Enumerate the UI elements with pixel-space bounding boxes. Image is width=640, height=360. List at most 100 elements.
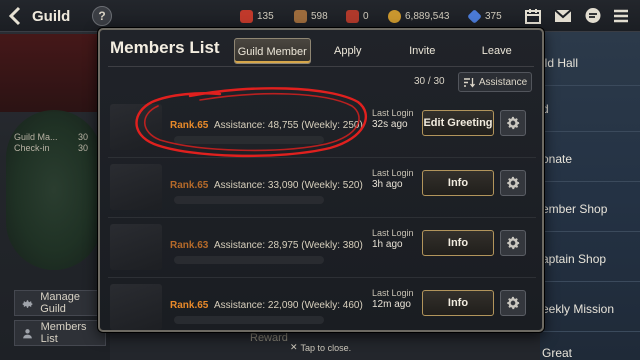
dialog-title: Members List	[110, 38, 220, 57]
member-assistance: Assistance: 22,090 (Weekly: 460)	[214, 300, 363, 311]
guild-stat-row: Check-in 30	[14, 143, 88, 153]
gear-icon	[507, 296, 520, 310]
chevron-left-icon	[8, 6, 21, 26]
calendar-icon[interactable]	[524, 7, 542, 25]
resource-stamina: 135	[240, 9, 274, 23]
member-settings-button[interactable]	[500, 290, 526, 316]
members-tabs: Guild Member Apply Invite Leave	[234, 38, 534, 64]
member-avatar[interactable]	[110, 164, 162, 210]
sort-icon	[463, 77, 475, 88]
guild-stat-label: Guild Ma...	[14, 132, 58, 142]
side-menu-item-captain-shop[interactable]: aptain Shop	[540, 236, 640, 282]
tap-to-close-hint[interactable]: ✕ Tap to close.	[290, 342, 351, 353]
last-login-time: 3h ago	[372, 179, 403, 190]
resource-value: 0	[363, 10, 369, 22]
guild-stat-row: Guild Ma... 30	[14, 132, 88, 142]
member-row: Rank.65 Assistance: 33,090 (Weekly: 520)…	[108, 158, 536, 218]
resource-value: 135	[257, 10, 274, 22]
last-login-time: 1h ago	[372, 239, 403, 250]
last-login-time: 12m ago	[372, 299, 411, 310]
members-list-dialog: Members List Guild Member Apply Invite L…	[98, 28, 544, 332]
member-avatar[interactable]	[110, 284, 162, 330]
member-avatar[interactable]	[110, 224, 162, 270]
resource-value: 6,889,543	[405, 10, 450, 22]
gear-icon	[21, 296, 34, 310]
last-login-label: Last Login	[372, 108, 414, 118]
info-button[interactable]: Info	[422, 290, 494, 316]
back-button[interactable]	[8, 6, 24, 26]
tab-apply[interactable]: Apply	[311, 38, 386, 64]
resource-gold: 6,889,543	[388, 9, 450, 23]
side-menu-item-member-shop[interactable]: ember Shop	[540, 186, 640, 232]
tab-invite[interactable]: Invite	[385, 38, 460, 64]
member-row: Rank.65 Assistance: 48,755 (Weekly: 250)…	[108, 98, 536, 158]
manage-guild-label: Manage Guild	[40, 291, 80, 315]
reward-label: Reward	[250, 332, 288, 344]
last-login-label: Last Login	[372, 168, 414, 178]
member-rank: Rank.65	[170, 180, 209, 191]
close-icon: ✕	[290, 342, 298, 352]
page-title: Guild	[32, 8, 71, 25]
last-login-label: Last Login	[372, 228, 414, 238]
guild-stat-value: 30	[78, 143, 89, 153]
sort-assistance-button[interactable]: Assistance	[458, 72, 532, 92]
gear-icon	[507, 236, 520, 250]
resource-value: 598	[311, 10, 328, 22]
member-row: Rank.63 Assistance: 28,975 (Weekly: 380)…	[108, 218, 536, 278]
member-name-redacted	[174, 136, 324, 144]
member-count: 30 / 30	[414, 76, 445, 87]
last-login-label: Last Login	[372, 288, 414, 298]
member-assistance: Assistance: 28,975 (Weekly: 380)	[214, 240, 363, 251]
side-menu-item-weekly-mission[interactable]: eekly Mission	[540, 286, 640, 332]
menu-icon[interactable]	[612, 7, 630, 25]
members-list-button[interactable]: Members List	[14, 320, 106, 346]
sort-label: Assistance	[478, 76, 528, 88]
last-login-time: 32s ago	[372, 119, 408, 130]
edit-greeting-button[interactable]: Edit Greeting	[422, 110, 494, 136]
manage-guild-button[interactable]: Manage Guild	[14, 290, 106, 316]
resource-crystal: 375	[467, 8, 502, 24]
side-menu-item-guild-hall[interactable]: ild Hall	[540, 40, 640, 86]
tab-guild-member[interactable]: Guild Member	[234, 38, 311, 64]
chest-icon	[294, 9, 307, 23]
member-rank: Rank.65	[170, 120, 209, 131]
members-list-label: Members List	[40, 321, 87, 345]
crystal-icon	[467, 8, 482, 24]
tabs-divider	[108, 66, 534, 67]
guild-side-menu: ild Hall d onate ember Shop aptain Shop …	[540, 30, 640, 360]
member-assistance: Assistance: 33,090 (Weekly: 520)	[214, 180, 363, 191]
member-rank: Rank.63	[170, 240, 209, 251]
mail-icon[interactable]	[554, 7, 572, 25]
member-settings-button[interactable]	[500, 170, 526, 196]
info-button[interactable]: Info	[422, 230, 494, 256]
member-settings-button[interactable]	[500, 110, 526, 136]
side-menu-item[interactable]: d	[540, 86, 640, 132]
side-menu-item-donate[interactable]: onate	[540, 136, 640, 182]
guild-stat-value: 30	[78, 132, 89, 142]
member-name-redacted	[174, 196, 324, 204]
chat-icon[interactable]	[584, 7, 602, 25]
guild-banner	[0, 34, 104, 112]
side-menu-item-great[interactable]: Great	[540, 330, 640, 360]
member-name-redacted	[174, 316, 324, 324]
gold-coin-icon	[388, 9, 401, 23]
member-row: Rank.65 Assistance: 22,090 (Weekly: 460)…	[108, 278, 536, 330]
member-name-redacted	[174, 256, 324, 264]
stamina-icon	[240, 9, 253, 23]
crown-icon	[346, 9, 359, 23]
tab-leave[interactable]: Leave	[460, 38, 535, 64]
help-button[interactable]: ?	[92, 6, 112, 26]
members-list: Rank.65 Assistance: 48,755 (Weekly: 250)…	[108, 98, 536, 330]
member-rank: Rank.65	[170, 300, 209, 311]
gear-icon	[507, 176, 520, 190]
people-icon	[21, 326, 35, 340]
resource-value: 375	[485, 10, 502, 22]
resource-crown: 0	[346, 9, 369, 23]
member-avatar[interactable]	[110, 104, 162, 150]
resource-chest: 598	[294, 9, 328, 23]
guild-stat-label: Check-in	[14, 143, 50, 153]
tap-to-close-label: Tap to close.	[300, 342, 352, 353]
member-settings-button[interactable]	[500, 230, 526, 256]
info-button[interactable]: Info	[422, 170, 494, 196]
member-assistance: Assistance: 48,755 (Weekly: 250)	[214, 120, 363, 131]
